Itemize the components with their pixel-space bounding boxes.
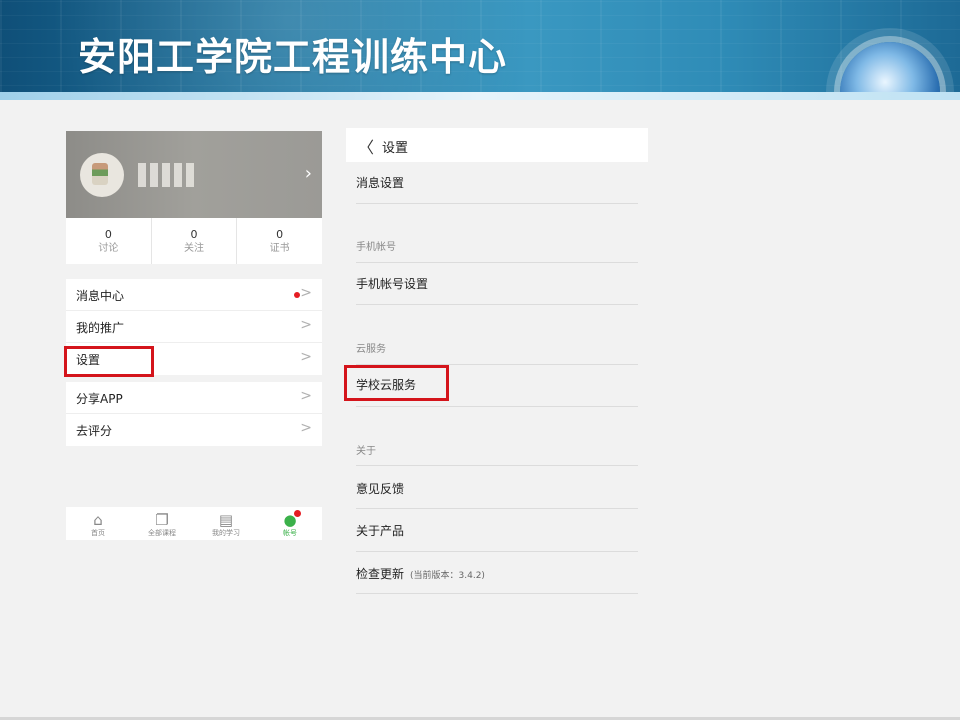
stat-certificate[interactable]: 0 证书 — [237, 218, 322, 264]
row-label: 消息设置 — [356, 176, 405, 190]
username-pixelated — [138, 163, 198, 187]
stat-count: 0 — [276, 228, 284, 241]
notification-badge-icon — [294, 510, 301, 517]
section-label: 云服务 — [356, 344, 386, 355]
row-label: 意见反馈 — [356, 482, 405, 496]
check-update-label: 检查更新 — [356, 567, 405, 581]
account-icon: ● — [283, 511, 297, 529]
chevron-right-icon: > — [300, 349, 312, 365]
back-arrow-icon[interactable]: 〈 — [358, 134, 374, 158]
section-label: 手机帐号 — [356, 242, 396, 253]
section-phone-account: 手机帐号 — [356, 203, 638, 263]
section-label: 关于 — [356, 446, 376, 457]
chevron-right-icon: > — [300, 420, 312, 436]
row-message-settings[interactable]: 消息设置 — [356, 162, 638, 204]
stat-count: 0 — [104, 228, 112, 241]
stat-label: 证书 — [269, 243, 290, 254]
menu-item-share-app[interactable]: 分享APP > — [66, 382, 322, 414]
page-title: 安阳工学院工程训练中心 — [78, 35, 508, 79]
settings-header: 〈 设置 — [346, 128, 648, 162]
profile-card[interactable]: › — [66, 131, 322, 218]
chevron-right-icon: › — [304, 163, 312, 184]
banner-divider — [0, 92, 960, 100]
chevron-right-icon: > — [300, 317, 312, 333]
chevron-right-icon: > — [300, 388, 312, 404]
row-about-product[interactable]: 关于产品 — [356, 508, 638, 552]
avatar — [80, 153, 124, 197]
menu-item-label: 我的推广 — [76, 321, 125, 335]
row-phone-account-settings[interactable]: 手机帐号设置 — [356, 262, 638, 305]
tab-label: 我的学习 — [212, 529, 240, 537]
book-icon: ▤ — [218, 511, 234, 529]
highlight-box-settings — [64, 346, 154, 377]
stat-discussion[interactable]: 0 讨论 — [66, 218, 152, 264]
tab-label: 帐号 — [283, 529, 297, 537]
version-note: (当前版本：3.4.2) — [410, 571, 485, 581]
section-cloud-service: 云服务 — [356, 304, 638, 365]
menu-item-label: 分享APP — [76, 392, 123, 406]
stat-label: 讨论 — [98, 243, 119, 254]
menu-item-label: 消息中心 — [76, 289, 125, 303]
row-check-update[interactable]: 检查更新 (当前版本：3.4.2) — [356, 551, 638, 594]
menu-group-secondary: 分享APP > 去评分 > — [66, 382, 322, 446]
tab-my-learning[interactable]: ▤ 我的学习 — [194, 507, 258, 540]
unread-dot-icon — [294, 292, 300, 298]
menu-item-messages[interactable]: 消息中心 > — [66, 279, 322, 311]
stat-label: 关注 — [184, 243, 204, 254]
chevron-right-icon: > — [300, 285, 312, 301]
tab-label: 全部课程 — [148, 529, 176, 537]
stats-bar: 0 讨论 0 关注 0 证书 — [66, 218, 322, 264]
highlight-box-school-cloud — [344, 365, 449, 401]
row-feedback[interactable]: 意见反馈 — [356, 465, 638, 509]
header-banner: 安阳工学院工程训练中心 — [0, 0, 960, 100]
row-label: 检查更新 (当前版本：3.4.2) — [356, 565, 485, 582]
stat-follow[interactable]: 0 关注 — [152, 218, 238, 264]
home-icon: ⌂ — [93, 511, 103, 529]
bottom-tab-bar: ⌂ 首页 ❐ 全部课程 ▤ 我的学习 ● 帐号 — [66, 507, 322, 540]
tab-home[interactable]: ⌂ 首页 — [66, 507, 130, 540]
tab-account[interactable]: ● 帐号 — [258, 507, 322, 540]
menu-item-promotion[interactable]: 我的推广 > — [66, 311, 322, 343]
row-label: 手机帐号设置 — [356, 277, 429, 291]
stat-count: 0 — [190, 228, 198, 241]
section-about: 关于 — [356, 406, 638, 466]
tab-all-courses[interactable]: ❐ 全部课程 — [130, 507, 194, 540]
menu-item-label: 去评分 — [76, 424, 113, 438]
menu-item-rate[interactable]: 去评分 > — [66, 414, 322, 446]
settings-title: 设置 — [382, 141, 409, 156]
row-label: 关于产品 — [356, 524, 405, 538]
tab-label: 首页 — [91, 529, 105, 537]
courses-icon: ❐ — [155, 511, 169, 529]
